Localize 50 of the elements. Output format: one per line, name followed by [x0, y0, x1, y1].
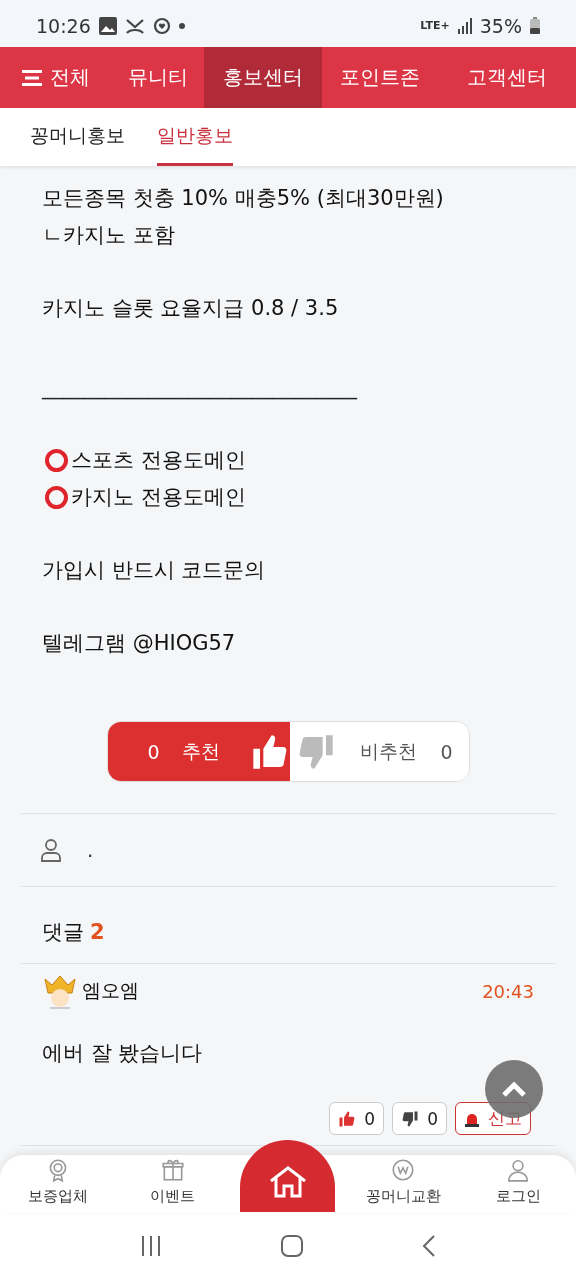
author-name: .: [87, 838, 94, 862]
user-icon: [41, 838, 61, 862]
thumbs-down-icon: [401, 1109, 420, 1128]
back-icon[interactable]: [422, 1234, 437, 1258]
thumbs-up-icon: [338, 1109, 357, 1128]
home-button[interactable]: [240, 1140, 335, 1212]
heart-circle-icon: [152, 16, 171, 35]
sub-tab[interactable]: 꽁머니홍보: [30, 108, 125, 166]
post-text: ㄴ카지노 포함: [42, 222, 176, 249]
post-text: 카지노 슬롯 요율지급 0.8 / 3.5: [42, 295, 340, 322]
sub-tab[interactable]: 일반홍보: [157, 108, 233, 166]
post-text: 카지노 전용도메인: [71, 484, 246, 511]
bottom-nav-item[interactable]: 이벤트: [115, 1155, 231, 1212]
recent-apps-icon[interactable]: [139, 1235, 162, 1257]
ring-icon: [45, 449, 68, 472]
battery-icon: [530, 17, 540, 34]
menu-icon: [22, 69, 42, 86]
signal-icon: [457, 17, 472, 34]
like-button[interactable]: 0: [329, 1102, 385, 1135]
recommend-button[interactable]: 0 추천: [107, 722, 290, 781]
dislike-button[interactable]: 0: [392, 1102, 447, 1135]
commenter-name: 엠오엠: [82, 978, 139, 1003]
post-text: 모든종목 첫충 10% 매충5% (최대30만원): [42, 185, 445, 212]
ring-icon: [45, 486, 68, 509]
comments-title: 댓글: [42, 919, 84, 946]
home-icon: [268, 1166, 307, 1198]
gift-icon: [159, 1157, 186, 1183]
nav-tab[interactable]: 고객센터: [438, 47, 576, 108]
bottom-nav-item[interactable]: 로그인: [460, 1155, 576, 1212]
image-icon: [98, 16, 117, 35]
chevron-up-icon: [501, 1081, 527, 1097]
post-text: 스포츠 전용도메인: [71, 447, 246, 474]
comment-time: 20:43: [482, 980, 534, 1002]
missed-call-icon: [124, 16, 145, 35]
comment-count: 2: [90, 920, 105, 944]
crown-avatar-icon: [42, 973, 78, 1009]
comment-text: 에버 잘 봤습니다: [42, 1041, 203, 1065]
separator-text: ______________________________: [42, 374, 359, 402]
menu-button[interactable]: 전체: [0, 47, 112, 108]
post-text: 가입시 반드시 코드문의: [42, 557, 267, 584]
nav-tab[interactable]: 홍보센터: [204, 47, 322, 108]
bottom-nav-item[interactable]: 보증업체: [0, 1155, 116, 1212]
bottom-nav-item[interactable]: 꽁머니교환: [345, 1155, 461, 1212]
battery-percent: 35%: [479, 14, 522, 37]
nav-tab[interactable]: 포인트존: [322, 47, 438, 108]
clock: 10:26: [36, 14, 91, 37]
post-text: 텔레그램 @HIOG57: [42, 630, 237, 657]
nav-tab[interactable]: 뮤니티: [112, 47, 204, 108]
network-label: LTE+: [420, 19, 450, 32]
dot-icon: [178, 22, 185, 29]
